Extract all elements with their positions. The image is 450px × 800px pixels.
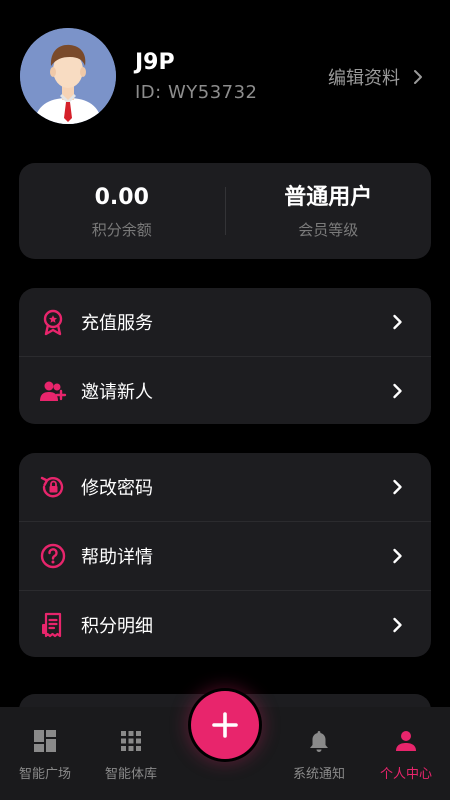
menu-item-points-detail[interactable]: 积分明细 [19, 590, 431, 659]
points-balance-value: 0.00 [94, 184, 149, 210]
menu-group-services: 充值服务 邀请新人 [19, 288, 431, 424]
edit-profile-link[interactable]: 编辑资料 [328, 64, 424, 90]
question-circle-icon [39, 542, 67, 570]
tab-smart-square[interactable]: 智能广场 [0, 707, 90, 800]
menu-item-label: 帮助详情 [81, 547, 153, 568]
menu-item-label: 积分明细 [81, 616, 153, 637]
tab-label: 智能体库 [104, 767, 157, 782]
points-balance-label: 积分余额 [91, 220, 152, 239]
menu-item-help[interactable]: 帮助详情 [19, 521, 431, 590]
lock-reset-icon [39, 473, 67, 501]
tab-label: 智能广场 [18, 767, 71, 782]
tab-personal-center[interactable]: 个人中心 [361, 707, 450, 800]
menu-item-change-password[interactable]: 修改密码 [19, 453, 431, 521]
bell-icon [307, 729, 331, 753]
menu-item-label: 修改密码 [81, 478, 153, 499]
menu-item-label: 充值服务 [81, 313, 153, 334]
chevron-right-icon [392, 617, 403, 633]
user-id: ID: WY53732 [135, 82, 258, 103]
award-ribbon-icon [39, 308, 67, 336]
chevron-right-icon [392, 383, 403, 399]
tab-label: 个人中心 [379, 767, 432, 782]
membership-level-value: 普通用户 [284, 184, 373, 210]
username: J9P [135, 50, 175, 75]
points-balance-stat[interactable]: 0.00 积分余额 [19, 183, 225, 240]
chevron-right-icon [392, 479, 403, 495]
create-button[interactable] [191, 691, 259, 759]
chevron-right-icon [414, 70, 422, 84]
profile-page: J9P ID: WY53732 编辑资料 0.00 积分余额 普通用户 会员等级 [0, 0, 450, 800]
profile-header: J9P ID: WY53732 编辑资料 [0, 0, 450, 150]
menu-item-label: 邀请新人 [81, 382, 153, 403]
menu-item-invite[interactable]: 邀请新人 [19, 356, 431, 425]
dashboard-grid-icon [33, 729, 57, 753]
app-grid-icon [119, 729, 143, 753]
receipt-icon [39, 611, 67, 639]
avatar[interactable] [20, 28, 116, 124]
membership-level-stat[interactable]: 普通用户 会员等级 [226, 183, 432, 240]
menu-item-recharge[interactable]: 充值服务 [19, 288, 431, 356]
tab-agent-library[interactable]: 智能体库 [86, 707, 176, 800]
chevron-right-icon [392, 548, 403, 564]
chevron-right-icon [392, 314, 403, 330]
edit-profile-label: 编辑资料 [328, 68, 400, 89]
tab-label: 系统通知 [292, 767, 345, 782]
add-user-icon [39, 377, 67, 405]
plus-icon [212, 712, 238, 738]
tab-system-notifications[interactable]: 系统通知 [274, 707, 364, 800]
menu-group-account: 修改密码 帮助详情 积分明细 [19, 453, 431, 657]
person-icon [394, 729, 418, 753]
membership-level-label: 会员等级 [298, 220, 359, 239]
avatar-illustration [20, 28, 116, 124]
stats-card: 0.00 积分余额 普通用户 会员等级 [19, 163, 431, 259]
